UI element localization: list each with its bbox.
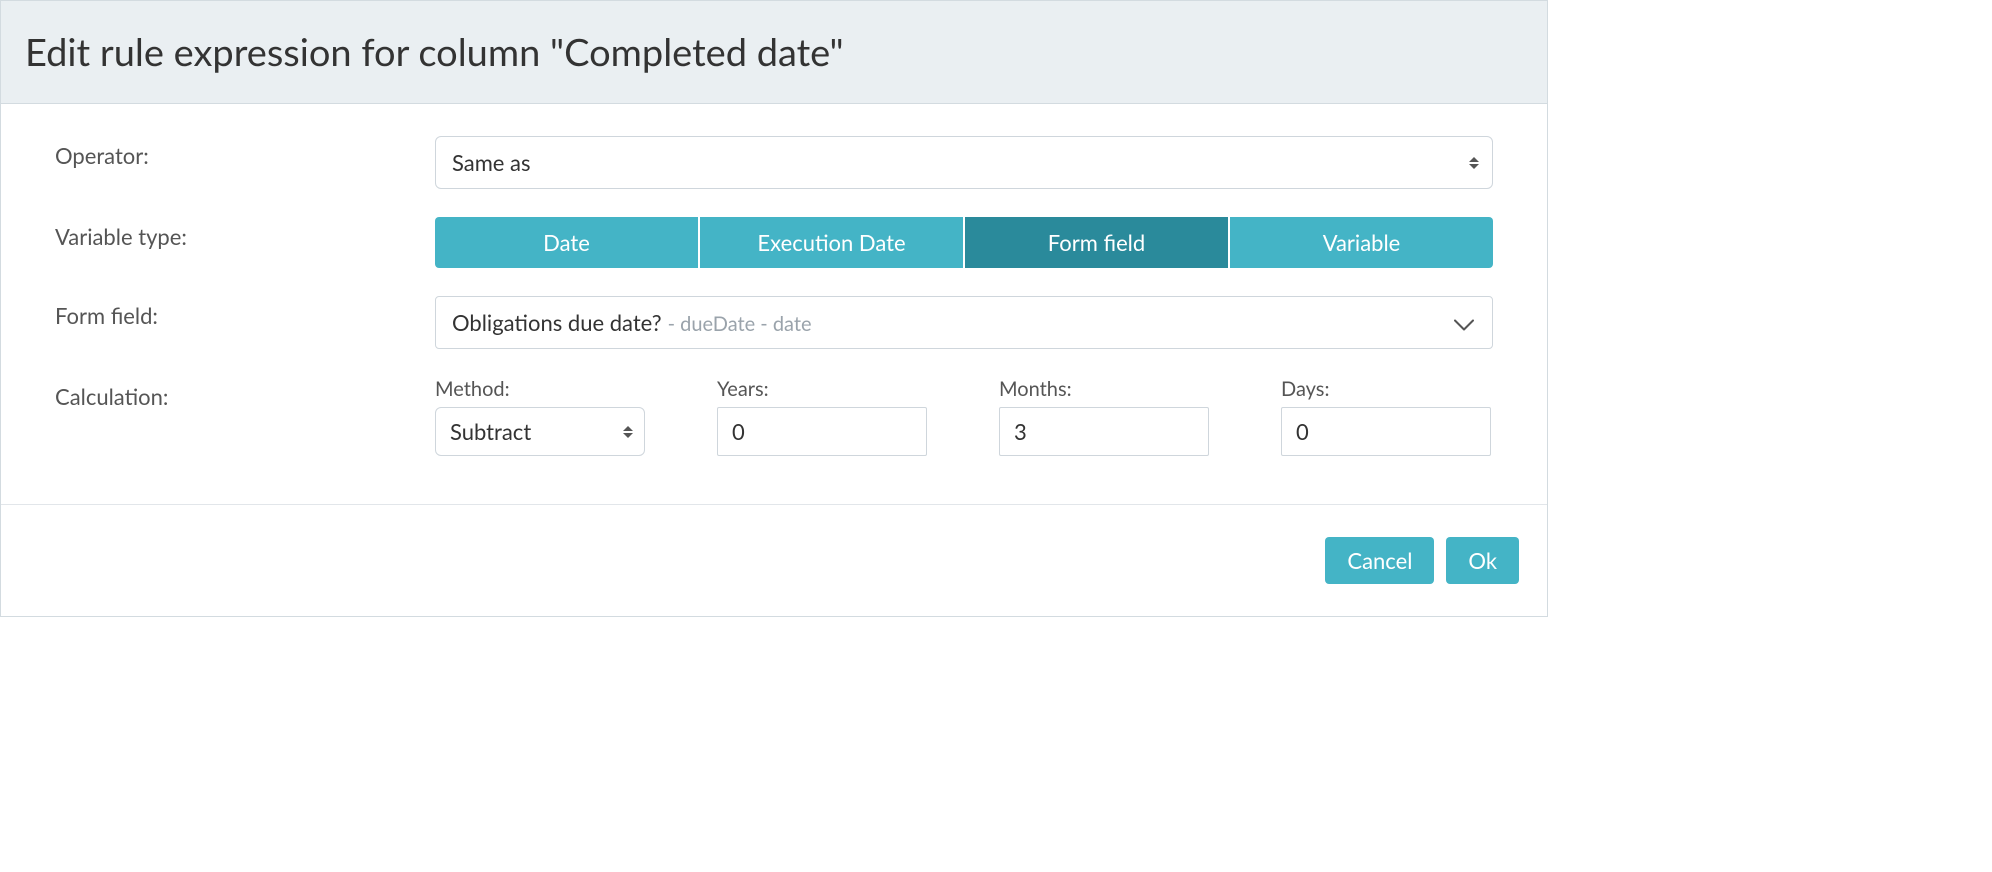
- dialog-body: Operator: Same as Variable type:: [1, 104, 1547, 504]
- variable-type-toggle-group: Date Execution Date Form field Variable: [435, 217, 1493, 268]
- cancel-button[interactable]: Cancel: [1325, 537, 1434, 584]
- operator-label-col: Operator:: [55, 136, 435, 169]
- operator-label: Operator:: [55, 142, 149, 169]
- edit-rule-dialog: Edit rule expression for column "Complet…: [0, 0, 1548, 617]
- operator-row: Operator: Same as: [55, 136, 1493, 189]
- form-field-control-col: Obligations due date? - dueDate - date: [435, 296, 1493, 349]
- form-field-row: Form field: Obligations due date? - dueD…: [55, 296, 1493, 349]
- days-input[interactable]: [1281, 407, 1491, 456]
- calculation-group: Method: Subtract Years:: [435, 377, 1493, 456]
- form-field-combobox[interactable]: Obligations due date? - dueDate - date: [435, 296, 1493, 349]
- calculation-label-col: Calculation:: [55, 377, 435, 410]
- years-item: Years:: [717, 377, 927, 456]
- form-field-label: Form field:: [55, 302, 158, 329]
- variable-type-control-col: Date Execution Date Form field Variable: [435, 217, 1493, 268]
- dialog-title: Edit rule expression for column "Complet…: [25, 29, 1523, 75]
- variable-type-label-col: Variable type:: [55, 217, 435, 250]
- months-item: Months:: [999, 377, 1209, 456]
- dialog-footer: Cancel Ok: [1, 504, 1547, 616]
- years-input[interactable]: [717, 407, 927, 456]
- calculation-row: Calculation: Method: Subtract: [55, 377, 1493, 456]
- variable-type-label: Variable type:: [55, 223, 187, 250]
- operator-control-col: Same as: [435, 136, 1493, 189]
- method-item: Method: Subtract: [435, 377, 645, 456]
- form-field-value: Obligations due date?: [452, 309, 662, 336]
- days-item: Days:: [1281, 377, 1491, 456]
- months-label: Months:: [999, 377, 1209, 401]
- method-select-wrapper: Subtract: [435, 407, 645, 456]
- calculation-label: Calculation:: [55, 383, 168, 410]
- variable-type-execution-date-button[interactable]: Execution Date: [700, 217, 965, 268]
- variable-type-form-field-button[interactable]: Form field: [965, 217, 1230, 268]
- form-field-meta: - dueDate - date: [668, 312, 812, 336]
- months-input[interactable]: [999, 407, 1209, 456]
- variable-type-variable-button[interactable]: Variable: [1230, 217, 1493, 268]
- operator-select[interactable]: Same as: [435, 136, 1493, 189]
- years-label: Years:: [717, 377, 927, 401]
- ok-button[interactable]: Ok: [1446, 537, 1519, 584]
- operator-select-wrapper: Same as: [435, 136, 1493, 189]
- days-label: Days:: [1281, 377, 1491, 401]
- dialog-header: Edit rule expression for column "Complet…: [1, 1, 1547, 104]
- chevron-down-icon: [1454, 309, 1474, 336]
- method-select[interactable]: Subtract: [435, 407, 645, 456]
- method-label: Method:: [435, 377, 645, 401]
- variable-type-row: Variable type: Date Execution Date Form …: [55, 217, 1493, 268]
- form-field-label-col: Form field:: [55, 296, 435, 329]
- variable-type-date-button[interactable]: Date: [435, 217, 700, 268]
- calculation-control-col: Method: Subtract Years:: [435, 377, 1493, 456]
